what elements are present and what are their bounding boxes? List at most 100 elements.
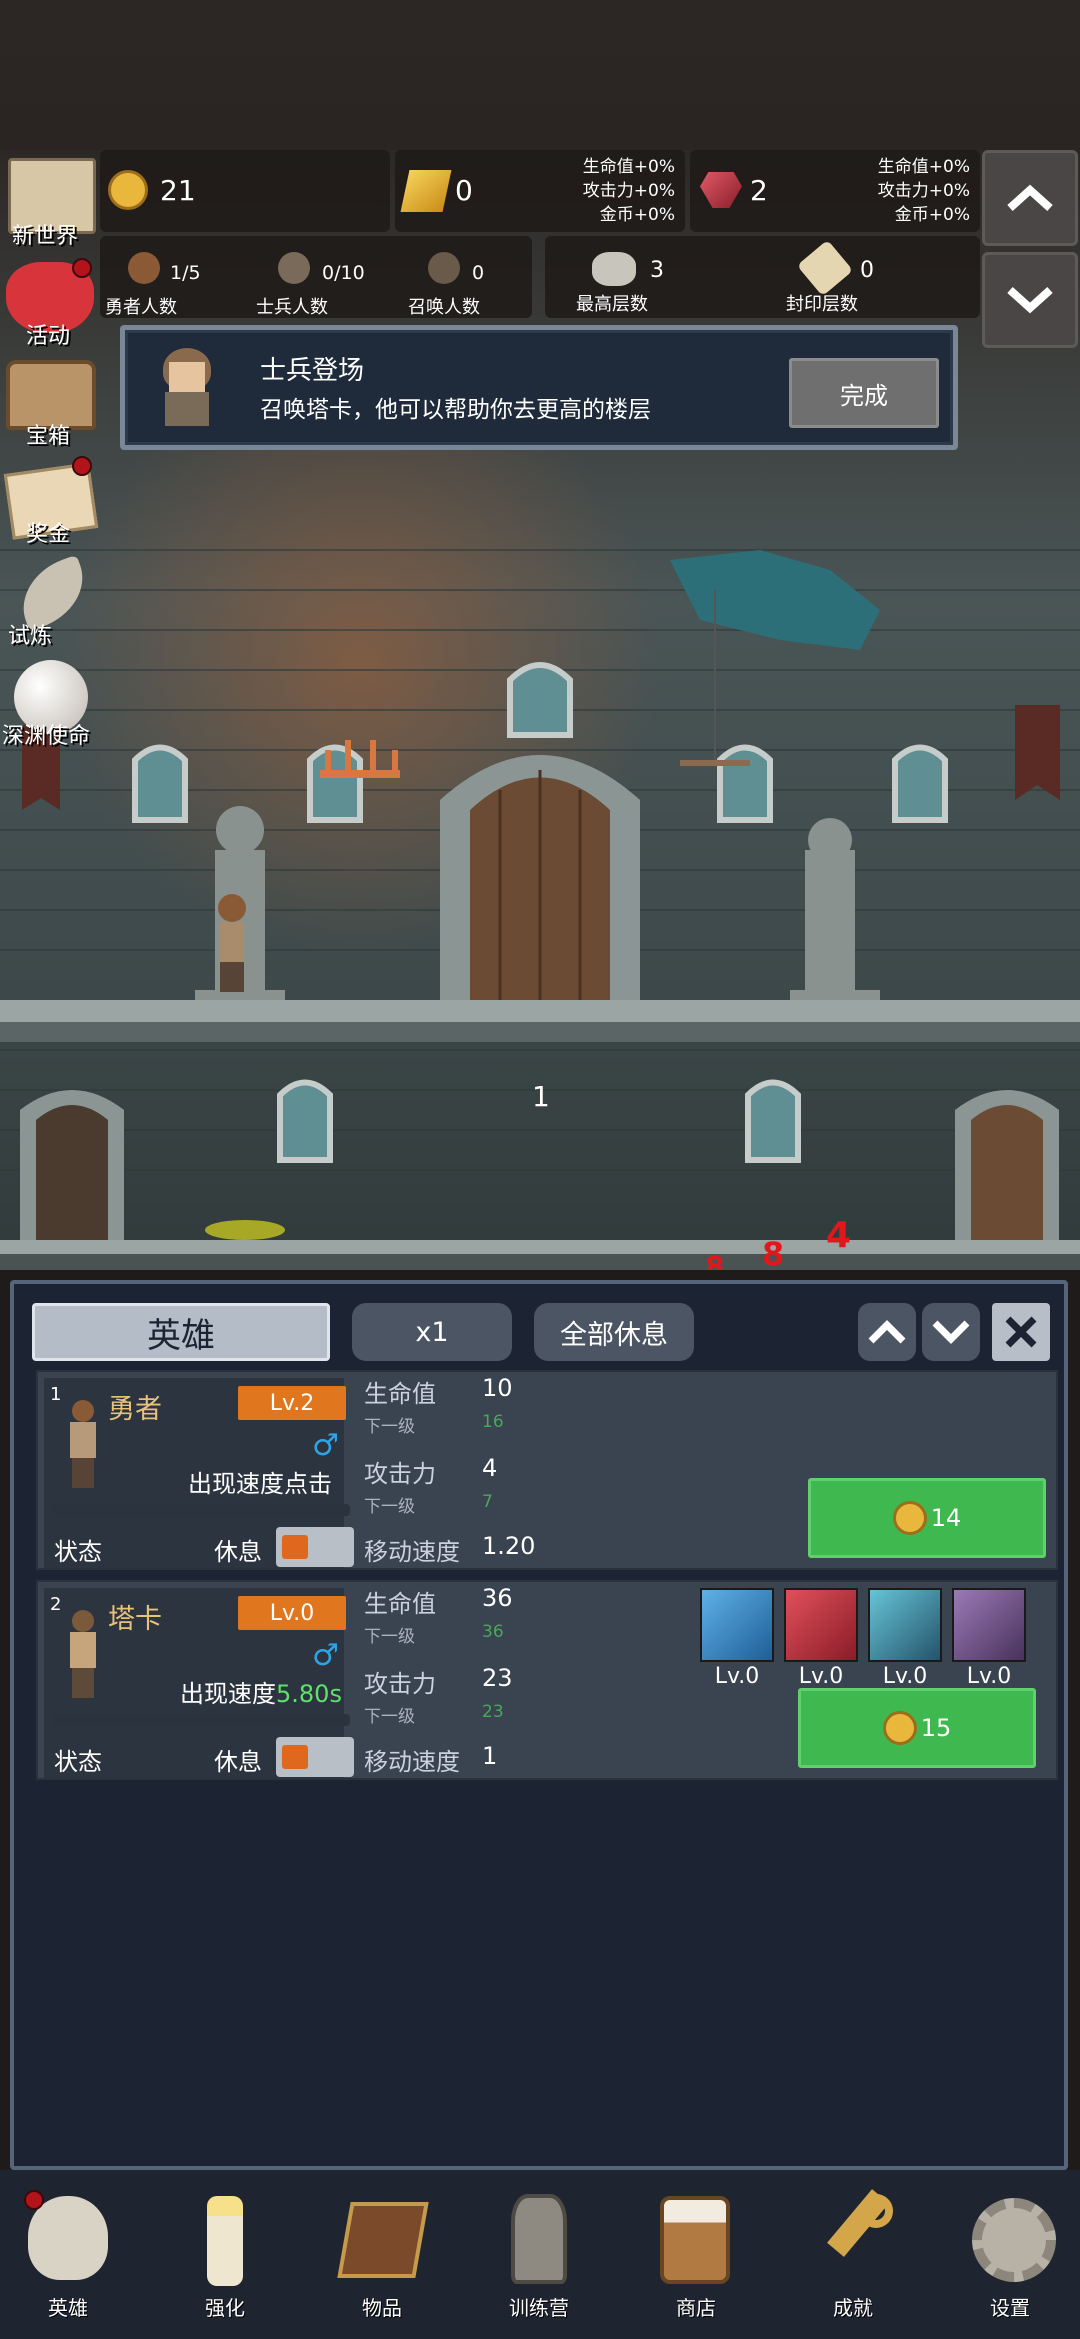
quest-banner: 士兵登场 召唤塔卡，他可以帮助你去更高的楼层 完成 [120, 325, 958, 450]
skill-level: Lv.0 [882, 1664, 928, 1689]
chevron-up-icon [868, 1320, 906, 1344]
speed-label: 移动速度 [364, 1538, 460, 1566]
atk-next-label: 下一级 [364, 1497, 415, 1517]
bonus-hp: 生命值+0% [877, 157, 970, 177]
hp-value: 36 [482, 1584, 513, 1612]
gold-amount: 21 [160, 174, 196, 207]
hp-next-label: 下一级 [364, 1627, 415, 1647]
damage-number: 4 [826, 1215, 852, 1256]
speed-value: 1.20 [482, 1532, 536, 1560]
top-status-bar [0, 0, 1080, 150]
skill-level: Lv.0 [966, 1664, 1012, 1689]
rest-all-button[interactable]: 全部休息 [534, 1303, 694, 1361]
beer-mug-icon [660, 2196, 730, 2284]
male-gender-icon: ♂ [312, 1428, 339, 1463]
rest-toggle[interactable] [276, 1737, 354, 1777]
atk-next-value: 7 [482, 1492, 493, 1512]
nav-items[interactable]: 物品 [322, 2188, 442, 2328]
panel-down-button[interactable] [922, 1303, 980, 1361]
panel-up-button[interactable] [858, 1303, 916, 1361]
nav-shop[interactable]: 商店 [636, 2188, 756, 2328]
quest-title: 士兵登场 [260, 356, 365, 386]
nav-label: 强化 [205, 2296, 245, 2320]
hp-label: 生命值 [364, 1380, 436, 1408]
gear-icon [972, 2198, 1056, 2282]
tab-hero[interactable]: 英雄 [32, 1303, 330, 1361]
spawn-progress-bar [52, 1504, 350, 1516]
speed-value: 1 [482, 1742, 498, 1770]
hero-panel: 英雄 x1 全部休息 1 状态 休息 勇者 Lv.2 ♂ 出现速度点击 生命值 [10, 1280, 1068, 2170]
hp-value: 10 [482, 1374, 513, 1402]
nav-training[interactable]: 训练营 [479, 2188, 599, 2328]
hp-next-value: 16 [482, 1412, 504, 1432]
nav-hero[interactable]: 英雄 [8, 2188, 128, 2328]
max-floor: 3 [650, 258, 664, 283]
side-menu-new-world[interactable]: 新世界 [12, 218, 78, 250]
panel-close-button[interactable] [992, 1303, 1050, 1361]
gold-bar-amount: 0 [455, 174, 473, 207]
spawn-time: 5.80s [276, 1680, 342, 1708]
quest-description: 召唤塔卡，他可以帮助你去更高的楼层 [260, 397, 651, 423]
bonus-stats: 生命值+0% 攻击力+0% 金币+0% [560, 155, 675, 227]
nav-label: 英雄 [48, 2296, 88, 2320]
skill-level: Lv.0 [714, 1664, 760, 1689]
nav-settings[interactable]: 设置 [950, 2188, 1070, 2328]
bonus-atk: 攻击力+0% [877, 181, 970, 201]
nav-achievement[interactable]: 成就 [793, 2188, 913, 2328]
side-menu-abyss[interactable]: 深渊使命 [2, 718, 90, 750]
atk-label: 攻击力 [364, 1460, 436, 1488]
spawn-speed-text[interactable]: 出现速度点击 [188, 1464, 332, 1499]
notification-dot [72, 456, 92, 476]
status-label: 状态 [54, 1748, 102, 1776]
shield-skill-icon[interactable] [700, 1588, 774, 1662]
speed-label: 移动速度 [364, 1748, 460, 1776]
spawn-speed-text: 出现速度5.80s [180, 1680, 342, 1708]
book-icon [337, 2202, 429, 2278]
hp-next-label: 下一级 [364, 1417, 415, 1437]
atk-next-value: 23 [482, 1702, 504, 1722]
hero-level-badge: Lv.2 [238, 1386, 346, 1420]
hammer-skill-icon[interactable] [952, 1588, 1026, 1662]
side-menu-bonus[interactable]: 奖金 [26, 516, 70, 548]
upgrade-button[interactable]: 15 [798, 1688, 1036, 1768]
scroll-up-button[interactable] [982, 150, 1078, 246]
quest-complete-button[interactable]: 完成 [789, 358, 939, 428]
hero-head-icon [128, 252, 160, 284]
hero-card-1[interactable]: 1 状态 休息 勇者 Lv.2 ♂ 出现速度点击 生命值 10 下一级 16 攻… [36, 1370, 1058, 1570]
bonus-coin: 金币+0% [894, 205, 970, 225]
side-menu-event[interactable]: 活动 [26, 318, 70, 350]
speed-x1-button[interactable]: x1 [352, 1303, 512, 1361]
side-menu-trial[interactable]: 试炼 [8, 618, 52, 650]
max-floor-label: 最高层数 [576, 294, 648, 315]
status-label: 状态 [54, 1538, 102, 1566]
summon-head-icon [428, 252, 460, 284]
boot-skill-icon[interactable] [868, 1588, 942, 1662]
rest-toggle[interactable] [276, 1527, 354, 1567]
hp-next-value: 36 [482, 1622, 504, 1642]
upgrade-cost: 14 [930, 1504, 962, 1532]
gold-coin-icon [892, 1501, 927, 1535]
scroll-down-button[interactable] [982, 252, 1078, 348]
hero-count: 1/5 [170, 262, 201, 284]
hero-index: 2 [50, 1594, 62, 1615]
gold-bar-icon [400, 170, 452, 212]
spawn-progress-bar [52, 1714, 350, 1726]
gem-amount: 2 [750, 174, 768, 207]
stone-icon [592, 252, 636, 286]
atk-value: 4 [482, 1454, 498, 1482]
soldier-count-label: 士兵人数 [256, 297, 328, 318]
side-menu-chest[interactable]: 宝箱 [26, 418, 70, 450]
male-gender-icon: ♂ [312, 1638, 339, 1673]
atk-next-label: 下一级 [364, 1707, 415, 1727]
gold-coin-icon [108, 170, 148, 210]
candle-icon [207, 2196, 243, 2286]
damage-number: 8 [762, 1235, 785, 1270]
nav-enhance[interactable]: 强化 [165, 2188, 285, 2328]
hero-card-2[interactable]: 2 状态 休息 塔卡 Lv.0 ♂ 出现速度5.80s 生命值 36 下一级 3… [36, 1580, 1058, 1780]
notification-dot [24, 2190, 44, 2210]
upgrade-button[interactable]: 14 [808, 1478, 1046, 1558]
close-icon [1005, 1316, 1037, 1348]
axe-skill-icon[interactable] [784, 1588, 858, 1662]
bottom-navigation: 英雄 强化 物品 训练营 商店 成就 设置 [0, 2170, 1080, 2339]
nav-label: 训练营 [509, 2296, 569, 2320]
